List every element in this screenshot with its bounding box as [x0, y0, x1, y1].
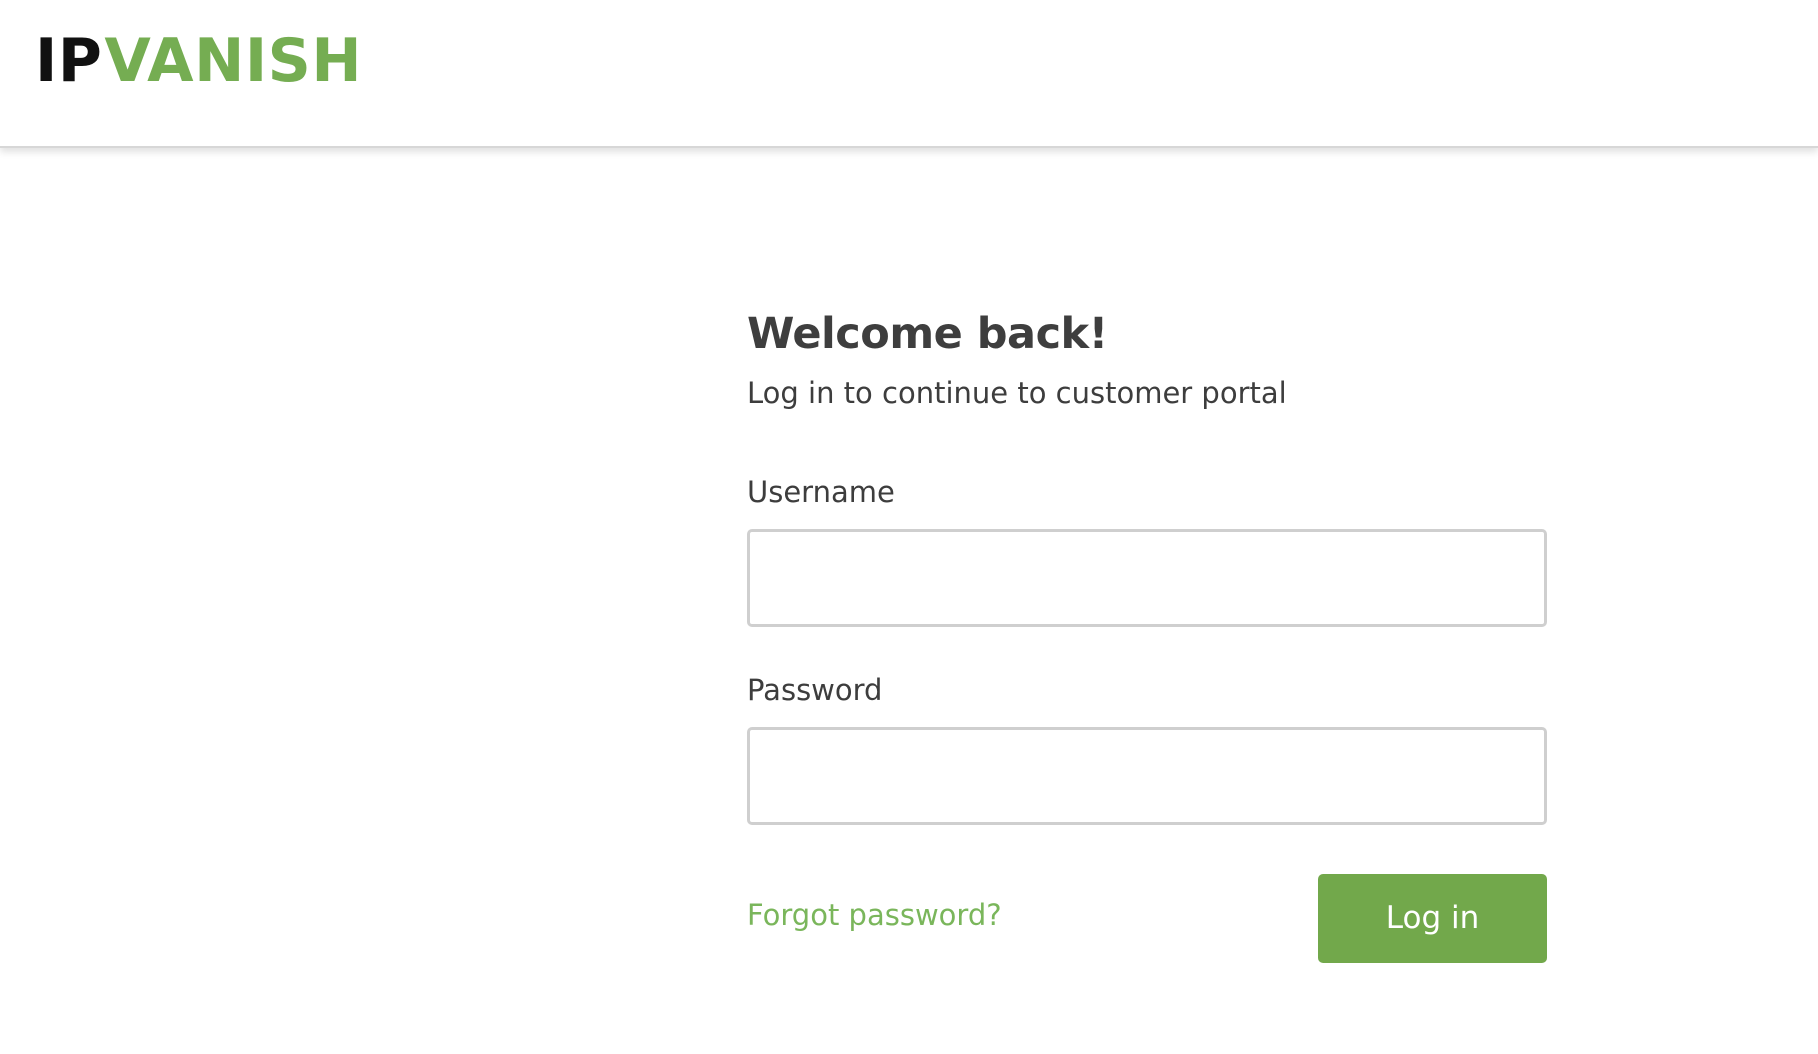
- page-title: Welcome back!: [747, 309, 1108, 359]
- logo-ip-text: IP: [35, 26, 103, 96]
- login-actions: Forgot password? Log in: [747, 874, 1547, 963]
- site-header: IP VANISH: [0, 0, 1818, 148]
- ipvanish-logo[interactable]: IP VANISH: [35, 26, 362, 96]
- logo-vanish-text: VANISH: [104, 26, 363, 96]
- username-input[interactable]: [747, 529, 1547, 627]
- login-form-container: Welcome back! Log in to continue to cust…: [747, 304, 1547, 963]
- password-input[interactable]: [747, 727, 1547, 825]
- login-button[interactable]: Log in: [1318, 874, 1547, 963]
- forgot-password-link[interactable]: Forgot password?: [747, 894, 1002, 936]
- password-label: Password: [747, 673, 883, 707]
- page-subtitle: Log in to continue to customer portal: [747, 376, 1287, 410]
- username-label: Username: [747, 475, 895, 509]
